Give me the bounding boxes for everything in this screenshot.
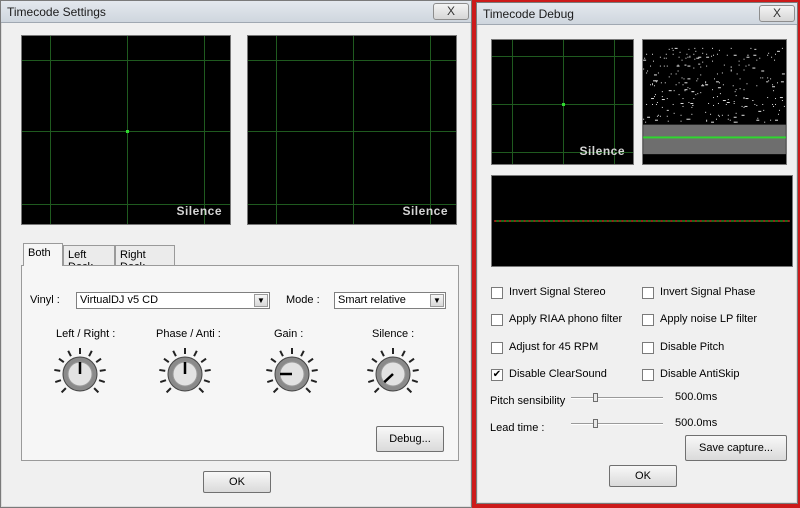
- slider-thumb[interactable]: [593, 393, 598, 402]
- knob-label-left-right: Left / Right :: [56, 328, 116, 340]
- debug-signal-strip: [491, 175, 793, 267]
- left-deck-scope: Silence: [21, 35, 231, 225]
- checkbox[interactable]: [642, 342, 654, 354]
- debug-phase-scope: Silence: [491, 39, 634, 165]
- settings-close-button[interactable]: X: [433, 3, 469, 20]
- slider-thumb[interactable]: [593, 419, 598, 428]
- checkbox[interactable]: ✔: [491, 369, 503, 381]
- checkbox[interactable]: [491, 287, 503, 299]
- settings-titlebar[interactable]: Timecode Settings X: [1, 1, 471, 23]
- left-right-knob[interactable]: [45, 346, 115, 400]
- close-icon: X: [772, 6, 781, 20]
- lead-time-slider[interactable]: [571, 419, 663, 429]
- right-scope-status: Silence: [402, 204, 448, 218]
- debug-title: Timecode Debug: [483, 7, 574, 21]
- settings-ok-button[interactable]: OK: [203, 471, 271, 493]
- knob-label-phase-anti: Phase / Anti :: [156, 328, 221, 340]
- signal-dot: [126, 130, 129, 133]
- checkbox[interactable]: [642, 287, 654, 299]
- mode-select[interactable]: Smart relative ▼: [334, 292, 446, 309]
- debug-waveform-preview: [642, 39, 787, 165]
- tab-panel: Vinyl : VirtualDJ v5 CD ▼ Mode : Smart r…: [21, 265, 459, 461]
- gain-knob[interactable]: [257, 346, 327, 400]
- tab-left-deck[interactable]: Left Deck: [63, 245, 115, 273]
- vinyl-label: Vinyl :: [30, 294, 60, 306]
- pitch-sensibility-label: Pitch sensibility: [490, 395, 566, 407]
- checkbox[interactable]: [642, 314, 654, 326]
- vinyl-select[interactable]: VirtualDJ v5 CD ▼: [76, 292, 270, 309]
- debug-titlebar[interactable]: Timecode Debug X: [477, 3, 797, 25]
- save-capture-button[interactable]: Save capture...: [685, 435, 787, 461]
- debug-scope-status: Silence: [579, 144, 625, 158]
- tab-both[interactable]: Both: [23, 243, 63, 266]
- phase-anti-knob[interactable]: [150, 346, 220, 400]
- tab-right-deck[interactable]: Right Deck: [115, 245, 175, 273]
- debug-close-button[interactable]: X: [759, 5, 795, 22]
- signal-dot: [562, 103, 565, 106]
- pitch-sensibility-value: 500.0ms: [675, 391, 718, 403]
- close-icon: X: [446, 4, 455, 18]
- knob-label-silence: Silence :: [372, 328, 415, 340]
- lead-time-label: Lead time :: [490, 422, 545, 434]
- checkbox[interactable]: [642, 369, 654, 381]
- timecode-settings-window: Timecode Settings X Silence Silence Both…: [0, 0, 472, 508]
- debug-button[interactable]: Debug...: [376, 426, 444, 452]
- mode-label: Mode :: [286, 294, 320, 306]
- chevron-down-icon: ▼: [254, 294, 268, 307]
- silence-knob[interactable]: [358, 346, 428, 400]
- timecode-debug-window: Timecode Debug X Silence Invert Signal S…: [476, 2, 798, 504]
- right-deck-scope: Silence: [247, 35, 457, 225]
- pitch-sensibility-slider[interactable]: [571, 393, 663, 403]
- left-scope-status: Silence: [176, 204, 222, 218]
- debug-ok-button[interactable]: OK: [609, 465, 677, 487]
- knob-label-gain: Gain :: [274, 328, 304, 340]
- checkbox[interactable]: [491, 314, 503, 326]
- settings-title: Timecode Settings: [7, 5, 106, 19]
- checkbox[interactable]: [491, 342, 503, 354]
- lead-time-value: 500.0ms: [675, 417, 718, 429]
- chevron-down-icon: ▼: [430, 294, 444, 307]
